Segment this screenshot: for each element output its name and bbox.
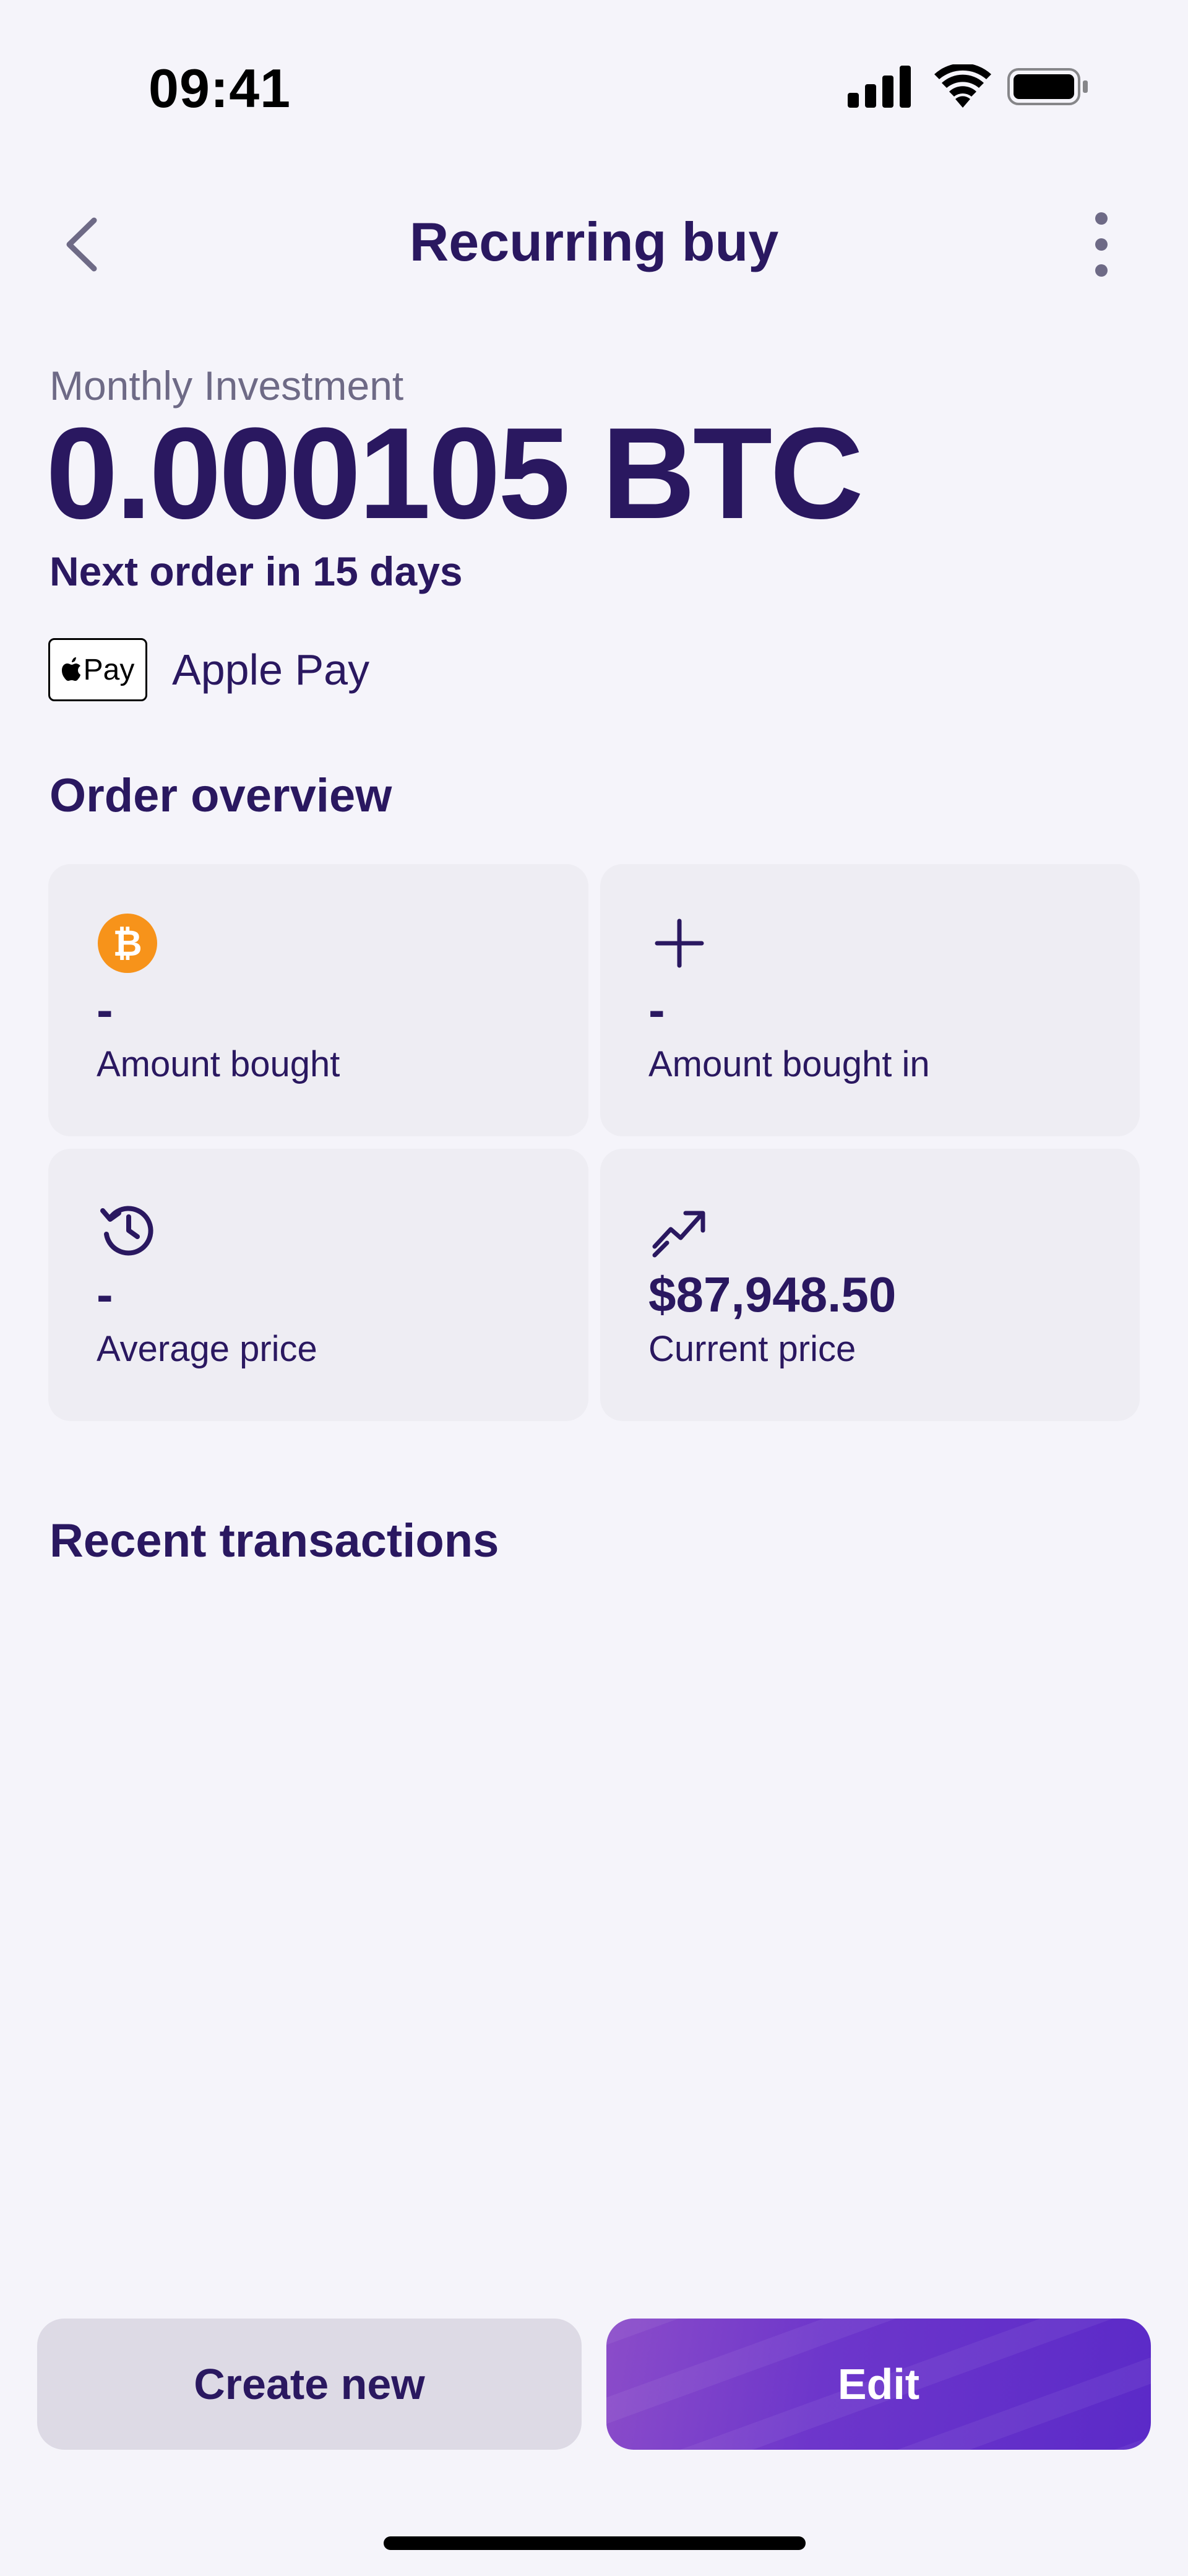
more-vertical-icon bbox=[1095, 212, 1108, 277]
payment-method-label: Apple Pay bbox=[172, 646, 370, 694]
overview-card-current-price: $87,948.50 Current price bbox=[600, 1149, 1140, 1421]
card-label: Amount bought bbox=[97, 1044, 340, 1084]
apple-logo-icon bbox=[61, 657, 80, 681]
next-order-text: Next order in 15 days bbox=[50, 548, 463, 594]
more-options-button[interactable] bbox=[1077, 210, 1126, 279]
cellular-signal-icon bbox=[848, 66, 911, 108]
plus-icon bbox=[655, 918, 704, 968]
trending-up-icon bbox=[652, 1211, 705, 1258]
card-label: Current price bbox=[648, 1329, 856, 1369]
card-value: - bbox=[97, 982, 113, 1037]
card-label: Amount bought in bbox=[648, 1044, 930, 1084]
status-time: 09:41 bbox=[148, 58, 291, 119]
apple-pay-badge: Pay bbox=[48, 638, 147, 701]
home-indicator bbox=[384, 2536, 806, 2550]
create-new-button[interactable]: Create new bbox=[37, 2319, 582, 2450]
page-title: Recurring buy bbox=[409, 211, 779, 272]
svg-text:₿: ₿ bbox=[113, 922, 142, 964]
history-icon bbox=[100, 1206, 153, 1256]
overview-card-amount-bought: ₿ - Amount bought bbox=[48, 864, 588, 1136]
overview-card-amount-bought-in: - Amount bought in bbox=[600, 864, 1140, 1136]
order-overview-title: Order overview bbox=[50, 769, 392, 822]
card-value: - bbox=[97, 1267, 113, 1322]
card-label: Average price bbox=[97, 1329, 317, 1369]
status-icons bbox=[848, 63, 1089, 109]
overview-card-average-price: - Average price bbox=[48, 1149, 588, 1421]
card-value: - bbox=[648, 982, 665, 1037]
battery-icon bbox=[1007, 68, 1088, 105]
bitcoin-icon: ₿ bbox=[98, 914, 157, 973]
edit-button[interactable]: Edit bbox=[606, 2319, 1151, 2450]
investment-amount: 0.000105 BTC bbox=[46, 400, 864, 546]
apple-pay-badge-text: Pay bbox=[83, 653, 135, 686]
recent-transactions-title: Recent transactions bbox=[50, 1515, 499, 1567]
wifi-icon bbox=[934, 63, 991, 108]
card-value: $87,948.50 bbox=[648, 1267, 897, 1322]
